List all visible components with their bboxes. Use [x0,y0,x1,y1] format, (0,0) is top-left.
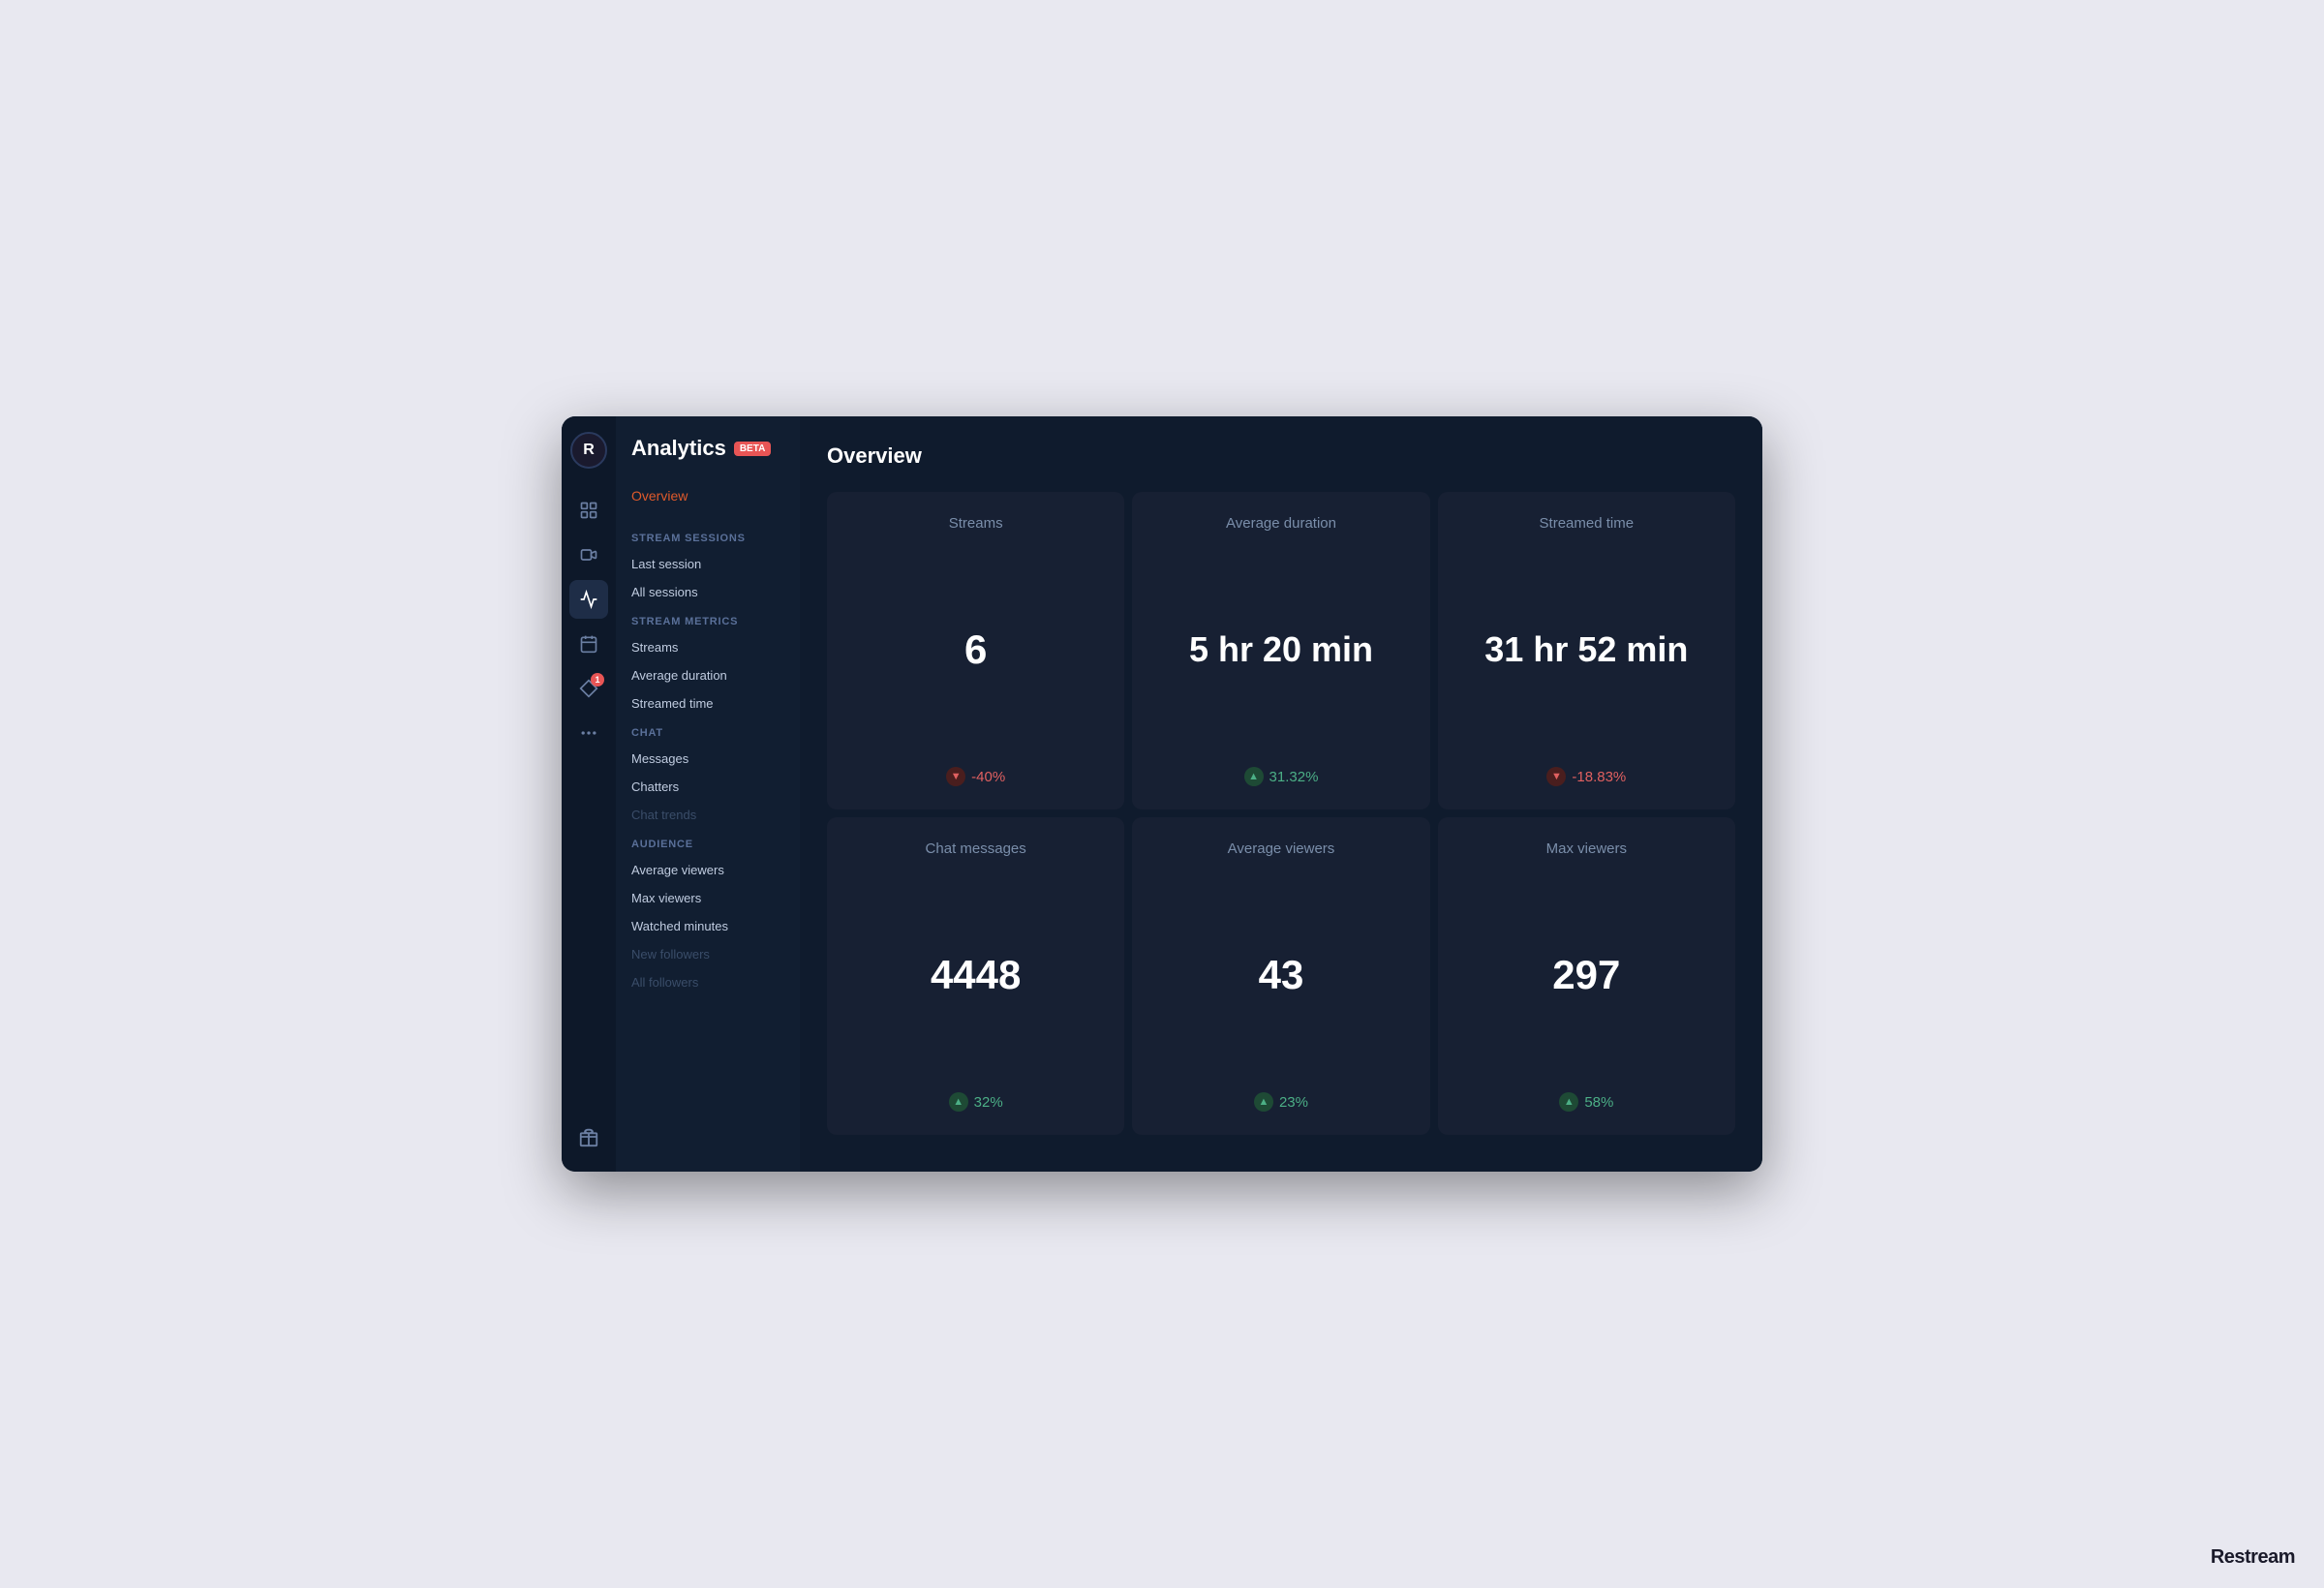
nav-icon-more[interactable] [569,714,608,752]
main-content: Overview Streams 6 ▼ -40% Average durati… [800,416,1762,1172]
restream-brand: Restream [2211,1546,2295,1569]
change-arrow-avg-viewers: ▲ [1254,1092,1273,1112]
nav-all-sessions[interactable]: All sessions [616,578,800,606]
change-text-chat-messages: 32% [974,1094,1003,1111]
metric-change-chat-messages: ▲ 32% [949,1092,1003,1112]
metric-value-chat-messages: 4448 [931,955,1021,995]
metric-label-max-viewers: Max viewers [1546,840,1627,857]
metric-label-streamed-time: Streamed time [1540,515,1635,532]
metric-change-avg-duration: ▲ 31.32% [1244,767,1319,786]
section-stream-metrics: Stream Metrics [616,606,800,633]
nav-average-viewers[interactable]: Average viewers [616,856,800,884]
metric-change-avg-viewers: ▲ 23% [1254,1092,1308,1112]
nav-icon-analytics[interactable] [569,580,608,619]
metric-value-streamed-time: 31 hr 52 min [1484,632,1688,667]
section-audience: Audience [616,829,800,856]
logo-button[interactable]: R [570,432,607,469]
section-chat: Chat [616,718,800,745]
change-arrow-avg-duration: ▲ [1244,767,1264,786]
change-text-max-viewers: 58% [1584,1094,1613,1111]
nav-icon-gift[interactable] [569,1117,608,1156]
metric-change-streams: ▼ -40% [946,767,1005,786]
nav-average-duration[interactable]: Average duration [616,661,800,689]
metric-card-max-viewers: Max viewers 297 ▲ 58% [1438,817,1735,1135]
nav-streamed-time[interactable]: Streamed time [616,689,800,718]
change-arrow-chat-messages: ▲ [949,1092,968,1112]
nav-icon-home[interactable] [569,491,608,530]
change-text-avg-duration: 31.32% [1269,769,1319,785]
metric-value-max-viewers: 297 [1552,955,1620,995]
change-arrow-max-viewers: ▲ [1559,1092,1578,1112]
notification-badge: 1 [591,673,604,687]
metric-value-streams: 6 [964,629,987,670]
nav-new-followers: New followers [616,940,800,968]
metric-card-streamed-time: Streamed time 31 hr 52 min ▼ -18.83% [1438,492,1735,809]
nav-chat-trends: Chat trends [616,801,800,829]
nav-messages[interactable]: Messages [616,745,800,773]
nav-overview[interactable]: Overview [616,480,800,511]
metric-label-avg-duration: Average duration [1226,515,1336,532]
metrics-grid: Streams 6 ▼ -40% Average duration 5 hr 2… [827,492,1735,1135]
section-stream-sessions: Stream Sessions [616,523,800,550]
metric-value-avg-viewers: 43 [1259,955,1304,995]
nav-last-session[interactable]: Last session [616,550,800,578]
nav-streams[interactable]: Streams [616,633,800,661]
change-text-streamed-time: -18.83% [1572,769,1626,785]
metric-value-avg-duration: 5 hr 20 min [1189,632,1373,667]
metric-card-avg-viewers: Average viewers 43 ▲ 23% [1132,817,1429,1135]
nav-chatters[interactable]: Chatters [616,773,800,801]
metric-label-streams: Streams [949,515,1003,532]
metric-card-streams: Streams 6 ▼ -40% [827,492,1124,809]
nav-sidebar: Analytics Beta Overview Stream Sessions … [616,416,800,1172]
metric-change-streamed-time: ▼ -18.83% [1546,767,1626,786]
change-arrow-streamed-time: ▼ [1546,767,1566,786]
metric-label-avg-viewers: Average viewers [1228,840,1335,857]
app-title-container: Analytics Beta [616,436,800,480]
metric-card-chat-messages: Chat messages 4448 ▲ 32% [827,817,1124,1135]
beta-badge: Beta [734,442,771,456]
change-text-avg-viewers: 23% [1279,1094,1308,1111]
nav-icon-diamond[interactable]: 1 [569,669,608,708]
app-title: Analytics [631,436,726,461]
change-text-streams: -40% [971,769,1005,785]
icon-sidebar: R 1 [562,416,616,1172]
change-arrow-streams: ▼ [946,767,965,786]
page-title: Overview [827,443,1735,469]
nav-icon-calendar[interactable] [569,625,608,663]
app-container: R 1 [562,416,1762,1172]
nav-watched-minutes[interactable]: Watched minutes [616,912,800,940]
metric-change-max-viewers: ▲ 58% [1559,1092,1613,1112]
metric-label-chat-messages: Chat messages [926,840,1026,857]
metric-card-avg-duration: Average duration 5 hr 20 min ▲ 31.32% [1132,492,1429,809]
nav-max-viewers[interactable]: Max viewers [616,884,800,912]
nav-all-followers: All followers [616,968,800,996]
nav-icon-video[interactable] [569,535,608,574]
